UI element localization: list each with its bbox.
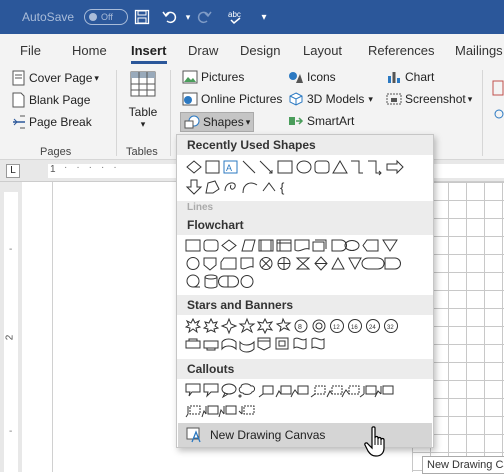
- icons-label: Icons: [307, 70, 336, 84]
- smartart-label: SmartArt: [307, 114, 355, 128]
- icons-icon: [289, 72, 303, 83]
- pictures-icon: [182, 70, 198, 84]
- table-button[interactable]: Table ▾: [126, 70, 160, 140]
- 3d-models-button[interactable]: 3D Models ▾: [288, 92, 373, 106]
- cover-page-button[interactable]: Cover Page ▾: [12, 70, 99, 86]
- divider: [116, 70, 117, 156]
- undo-icon[interactable]: [160, 7, 180, 27]
- add-ins-icon[interactable]: [492, 80, 504, 96]
- vruler-mark: 2: [4, 334, 16, 341]
- shapes-gallery: Recently Used Shapes A { Lines Flowchart: [176, 134, 434, 448]
- save-icon[interactable]: [132, 7, 152, 27]
- redo-icon[interactable]: [194, 7, 214, 27]
- pages-group-label: Pages: [40, 146, 72, 158]
- screenshot-label: Screenshot: [405, 92, 466, 106]
- pictures-button[interactable]: Pictures: [182, 70, 244, 84]
- vertical-ruler[interactable]: 2 - -: [0, 182, 22, 472]
- smartart-icon: [289, 117, 304, 125]
- flowchart-row[interactable]: [185, 237, 430, 257]
- callouts-row-2[interactable]: [185, 401, 430, 421]
- svg-text:8: 8: [298, 324, 302, 331]
- page-break-label: Page Break: [29, 115, 92, 129]
- divider: [170, 70, 171, 156]
- vruler-tick: -: [9, 244, 13, 255]
- callouts-header: Callouts: [177, 359, 433, 379]
- callouts-row[interactable]: [185, 381, 430, 401]
- tab-layout[interactable]: Layout: [303, 43, 342, 58]
- table-icon: [130, 71, 156, 97]
- vruler-tick: -: [9, 426, 13, 437]
- svg-text:24: 24: [369, 325, 376, 331]
- chart-button[interactable]: Chart: [386, 70, 434, 84]
- flowchart-row-3[interactable]: [185, 273, 430, 293]
- blank-page-icon: [12, 92, 25, 108]
- tab-references[interactable]: References: [368, 43, 434, 58]
- online-pictures-label: Online Pictures: [201, 92, 283, 106]
- svg-text:12: 12: [333, 325, 340, 331]
- recent-shapes-row-2[interactable]: {: [185, 177, 325, 197]
- pictures-label: Pictures: [201, 70, 245, 84]
- tab-selector[interactable]: L: [6, 164, 20, 178]
- shapes-button[interactable]: Shapes ▾: [180, 112, 255, 132]
- tab-file[interactable]: File: [20, 43, 41, 58]
- page-break-icon: [13, 115, 25, 129]
- new-drawing-canvas-label: New Drawing Canvas: [210, 428, 326, 442]
- link-icon[interactable]: [494, 106, 504, 122]
- title-bar: AutoSave Off ▾ abc ▾: [0, 0, 504, 34]
- spelling-icon[interactable]: abc: [226, 7, 246, 27]
- svg-text:A: A: [226, 163, 232, 173]
- cover-page-label: Cover Page: [29, 71, 93, 85]
- flowchart-row-2[interactable]: [185, 255, 430, 275]
- chart-icon: [388, 72, 400, 83]
- svg-text:abc: abc: [228, 10, 241, 19]
- table-label: Table: [128, 105, 158, 119]
- new-drawing-canvas-item[interactable]: New Drawing Canvas: [178, 423, 432, 447]
- tab-home[interactable]: Home: [72, 43, 107, 58]
- autosave-toggle[interactable]: Off: [84, 9, 128, 25]
- banners-row[interactable]: [185, 335, 430, 355]
- blank-page-button[interactable]: Blank Page: [12, 92, 90, 108]
- lines-header: Lines: [177, 201, 433, 215]
- page-edge: [52, 182, 53, 472]
- page-break-button[interactable]: Page Break: [12, 114, 92, 130]
- shapes-label: Shapes: [203, 115, 244, 129]
- screenshot-icon: [386, 93, 402, 105]
- 3d-models-icon: [289, 92, 303, 106]
- tables-group-label: Tables: [126, 146, 158, 158]
- stars-row[interactable]: 8 12 16 24 32: [185, 317, 430, 337]
- online-pictures-icon: [182, 92, 198, 106]
- svg-text:32: 32: [387, 325, 394, 331]
- svg-text:16: 16: [351, 325, 358, 331]
- screenshot-button[interactable]: Screenshot ▾: [386, 92, 472, 106]
- stars-banners-header: Stars and Banners: [177, 295, 433, 315]
- online-pictures-button[interactable]: Online Pictures: [182, 92, 282, 106]
- tooltip: New Drawing Canvas: [422, 456, 504, 474]
- tab-design[interactable]: Design: [240, 43, 280, 58]
- tab-insert[interactable]: Insert: [131, 43, 166, 58]
- cover-page-icon: [12, 70, 25, 86]
- recent-shapes-row[interactable]: A: [185, 157, 430, 177]
- flowchart-header: Flowchart: [177, 215, 433, 235]
- svg-text:{: {: [280, 180, 285, 195]
- chart-label: Chart: [405, 70, 435, 84]
- ruler-ticks: ·····: [64, 162, 126, 173]
- 3d-models-label: 3D Models: [307, 92, 365, 106]
- ribbon-tabs: File Home Insert Draw Design Layout Refe…: [0, 34, 504, 64]
- drawing-canvas-icon: [186, 427, 201, 443]
- tab-draw[interactable]: Draw: [188, 43, 218, 58]
- autosave-label: AutoSave: [22, 10, 75, 24]
- icons-button[interactable]: Icons: [288, 70, 336, 84]
- ruler-mark: 1: [50, 164, 56, 175]
- hand-cursor-icon: [364, 426, 390, 461]
- divider: [482, 70, 483, 156]
- tab-mailings[interactable]: Mailings: [455, 43, 503, 58]
- shapes-icon: [184, 115, 200, 129]
- recent-shapes-header: Recently Used Shapes: [177, 135, 433, 155]
- blank-page-label: Blank Page: [29, 93, 91, 107]
- smartart-button[interactable]: SmartArt: [288, 114, 354, 128]
- customize-icon[interactable]: ▾: [254, 7, 274, 27]
